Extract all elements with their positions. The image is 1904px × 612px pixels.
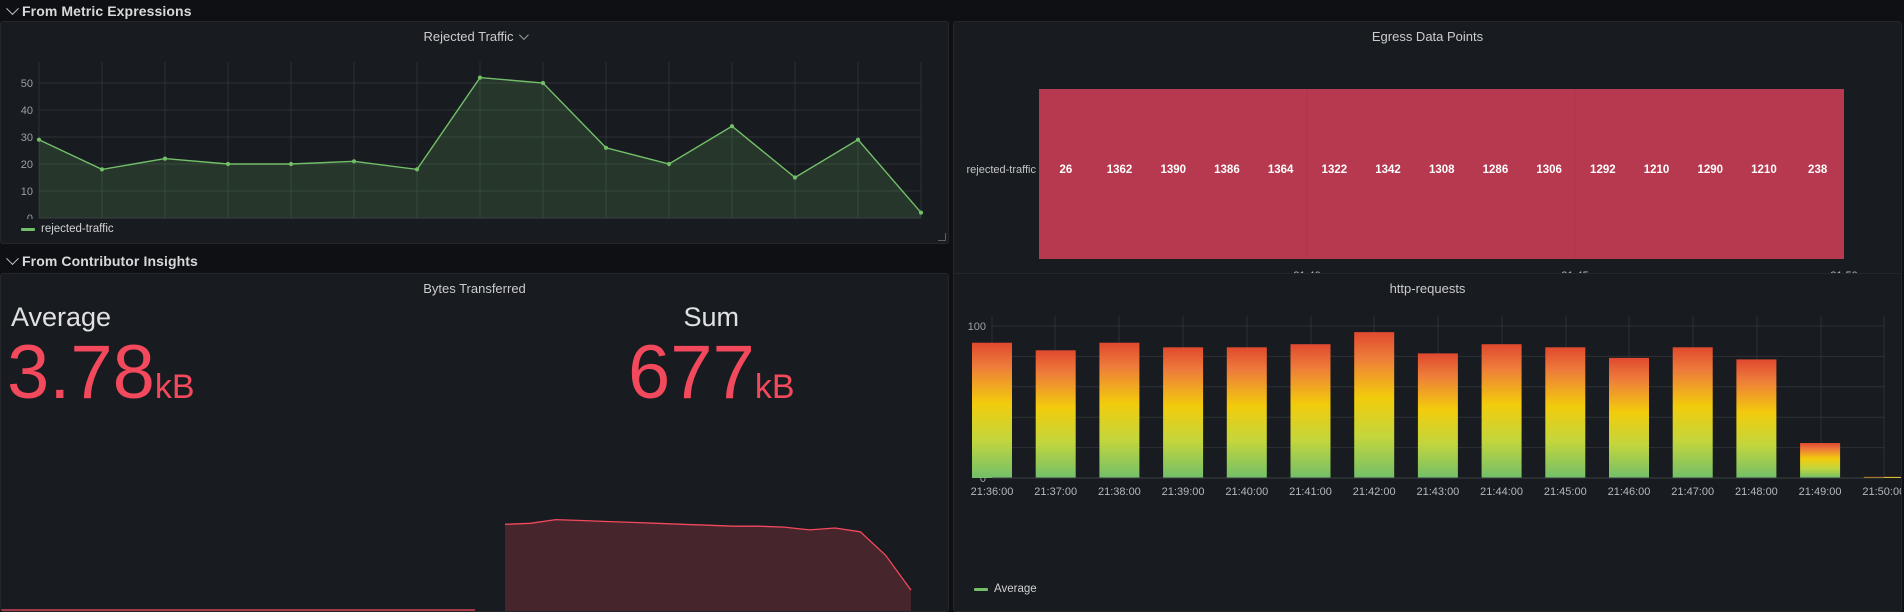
bar[interactable]: [1226, 347, 1267, 478]
x-tick-label: 21:41:00: [1289, 486, 1332, 498]
chevron-down-icon: [6, 1, 19, 15]
panel-http-requests[interactable]: http-requests 100 0 21:36:00 21:37:00 21…: [953, 273, 1902, 612]
x-tick-label: 21:42:00: [1353, 486, 1396, 498]
x-tick-label: 21:45:00: [1544, 486, 1587, 498]
bar[interactable]: [1545, 347, 1586, 478]
row-title: From Metric Expressions: [22, 3, 192, 19]
svg-text:10: 10: [21, 186, 33, 198]
heatmap-cell-value: 1364: [1268, 164, 1294, 176]
legend-label: Average: [994, 583, 1037, 595]
stat-sum-label: Sum: [683, 302, 740, 332]
stat-sum-unit: kB: [754, 368, 795, 406]
panel-title-text: http-requests: [1389, 280, 1466, 296]
stat-average-value-group: 3.78kB: [1, 331, 475, 411]
stat-average-sparkline: [1, 609, 475, 611]
x-tick-label: 21:38:00: [1098, 486, 1141, 498]
x-tick-label: 21:46:00: [1608, 486, 1651, 498]
heatmap-cell-value: 1386: [1214, 164, 1240, 176]
svg-text:40: 40: [21, 105, 33, 117]
x-tick-label: 21:36:00: [971, 486, 1014, 498]
panel-bytes-transferred[interactable]: Bytes Transferred Average 3.78kB Sum 677…: [0, 273, 949, 612]
heatmap-cell-value: 1306: [1536, 164, 1562, 176]
panel-title-rejected-traffic[interactable]: Rejected Traffic: [1, 22, 948, 44]
x-tick-label: 21:40:00: [1225, 486, 1268, 498]
svg-text:30: 30: [21, 132, 33, 144]
legend-swatch-icon: [21, 227, 35, 231]
grafana-dashboard: From Metric Expressions Rejected Traffic: [0, 0, 1904, 612]
x-tick-label: 21:48:00: [1735, 486, 1778, 498]
heatmap-cell-value: 1322: [1322, 164, 1348, 176]
bar[interactable]: [1672, 347, 1713, 478]
x-tick-label: 21:39:00: [1162, 486, 1205, 498]
x-axis-ticks: 21:36:00 21:37:00 21:38:00 21:39:00 21:40:00…: [971, 486, 1902, 498]
heatmap-cell-value: 1292: [1590, 164, 1616, 176]
row-title: From Contributor Insights: [22, 253, 198, 269]
panel-title-bytes-transferred[interactable]: Bytes Transferred: [1, 274, 948, 296]
heatmap-cell-value: 1308: [1429, 164, 1455, 176]
row-header-contributor-insights[interactable]: From Contributor Insights: [0, 250, 1904, 272]
panel-title-http-requests[interactable]: http-requests: [954, 274, 1901, 296]
stat-sum-sparkline: [504, 518, 912, 611]
heatmap-cell-value: 1290: [1697, 164, 1723, 176]
bar[interactable]: [1354, 332, 1395, 478]
chevron-down-icon: [6, 251, 19, 265]
panel-title-text: Rejected Traffic: [423, 28, 514, 44]
stat-average-value: 3.78: [7, 330, 155, 415]
x-tick-label: 21:43:00: [1416, 486, 1459, 498]
panel-title-text: Bytes Transferred: [423, 280, 526, 296]
stat-average-unit: kB: [154, 368, 195, 406]
heatmap-cell-value: 1362: [1107, 164, 1133, 176]
stat-average[interactable]: Average 3.78kB: [1, 296, 475, 611]
panel-title-egress-data-points[interactable]: Egress Data Points: [954, 22, 1901, 44]
bar[interactable]: [1163, 347, 1204, 478]
svg-text:100: 100: [968, 321, 986, 333]
heatmap-cell-value: 26: [1059, 164, 1072, 176]
heatmap-row-label: rejected-traffic: [967, 164, 1037, 176]
heatmap-cell-value: 1210: [1751, 164, 1777, 176]
svg-text:0: 0: [27, 213, 33, 219]
bar[interactable]: [1099, 342, 1140, 478]
panel-rejected-traffic[interactable]: Rejected Traffic 50 40 30 20 10 0 reject…: [0, 21, 949, 244]
x-tick-label: 21:44:00: [1480, 486, 1523, 498]
y-axis-ticks: 50 40 30 20 10 0: [21, 78, 33, 219]
chevron-down-icon[interactable]: [518, 29, 529, 40]
row-header-metric-expressions[interactable]: From Metric Expressions: [0, 0, 1904, 22]
heatmap-values: 26 1362 1390 1386 1364 1322 1342 1308 1286 1306 12…: [1059, 164, 1827, 176]
heatmap-cell-value: 1342: [1375, 164, 1401, 176]
legend-swatch-icon: [974, 587, 988, 591]
panel-resize-handle[interactable]: [938, 233, 946, 241]
bars: [972, 332, 1901, 478]
svg-text:50: 50: [21, 78, 33, 90]
stat-sum-value-group: 677kB: [475, 331, 949, 411]
sparkline-area: [504, 519, 911, 611]
bar[interactable]: [1035, 350, 1076, 478]
legend-http-requests[interactable]: Average: [954, 583, 1901, 595]
legend-rejected-traffic[interactable]: rejected-traffic: [1, 223, 948, 235]
x-tick-label: 21:50:00: [1862, 486, 1902, 498]
bar[interactable]: [1736, 359, 1777, 478]
bar[interactable]: [1481, 344, 1522, 478]
heatmap-cell-value: 1286: [1483, 164, 1509, 176]
x-tick-label: 21:47:00: [1671, 486, 1714, 498]
stat-sum[interactable]: Sum 677kB: [475, 296, 949, 611]
rejected-traffic-plot: 50 40 30 20 10 0: [21, 62, 924, 219]
bar[interactable]: [1800, 443, 1841, 478]
http-requests-plot: 100 80 60 40 20 0 21:36:0021:37:0021:38:…: [968, 316, 1902, 498]
x-tick-label: 21:37:00: [1034, 486, 1077, 498]
bar[interactable]: [1609, 357, 1649, 478]
stat-average-label: Average: [11, 302, 112, 332]
panel-title-text: Egress Data Points: [1371, 28, 1484, 44]
bar[interactable]: [1417, 353, 1458, 478]
heatmap-cell-value: 238: [1808, 164, 1828, 176]
heatmap-cell-value: 1210: [1644, 164, 1670, 176]
svg-text:20: 20: [21, 159, 33, 171]
series-area-rejected-traffic: [39, 77, 921, 218]
heatmap-cell-value: 1390: [1160, 164, 1186, 176]
bar[interactable]: [972, 342, 1012, 478]
stat-sum-value: 677: [628, 330, 755, 415]
x-tick-label: 21:49:00: [1799, 486, 1842, 498]
legend-label: rejected-traffic: [41, 223, 114, 235]
bar[interactable]: [1290, 344, 1331, 478]
